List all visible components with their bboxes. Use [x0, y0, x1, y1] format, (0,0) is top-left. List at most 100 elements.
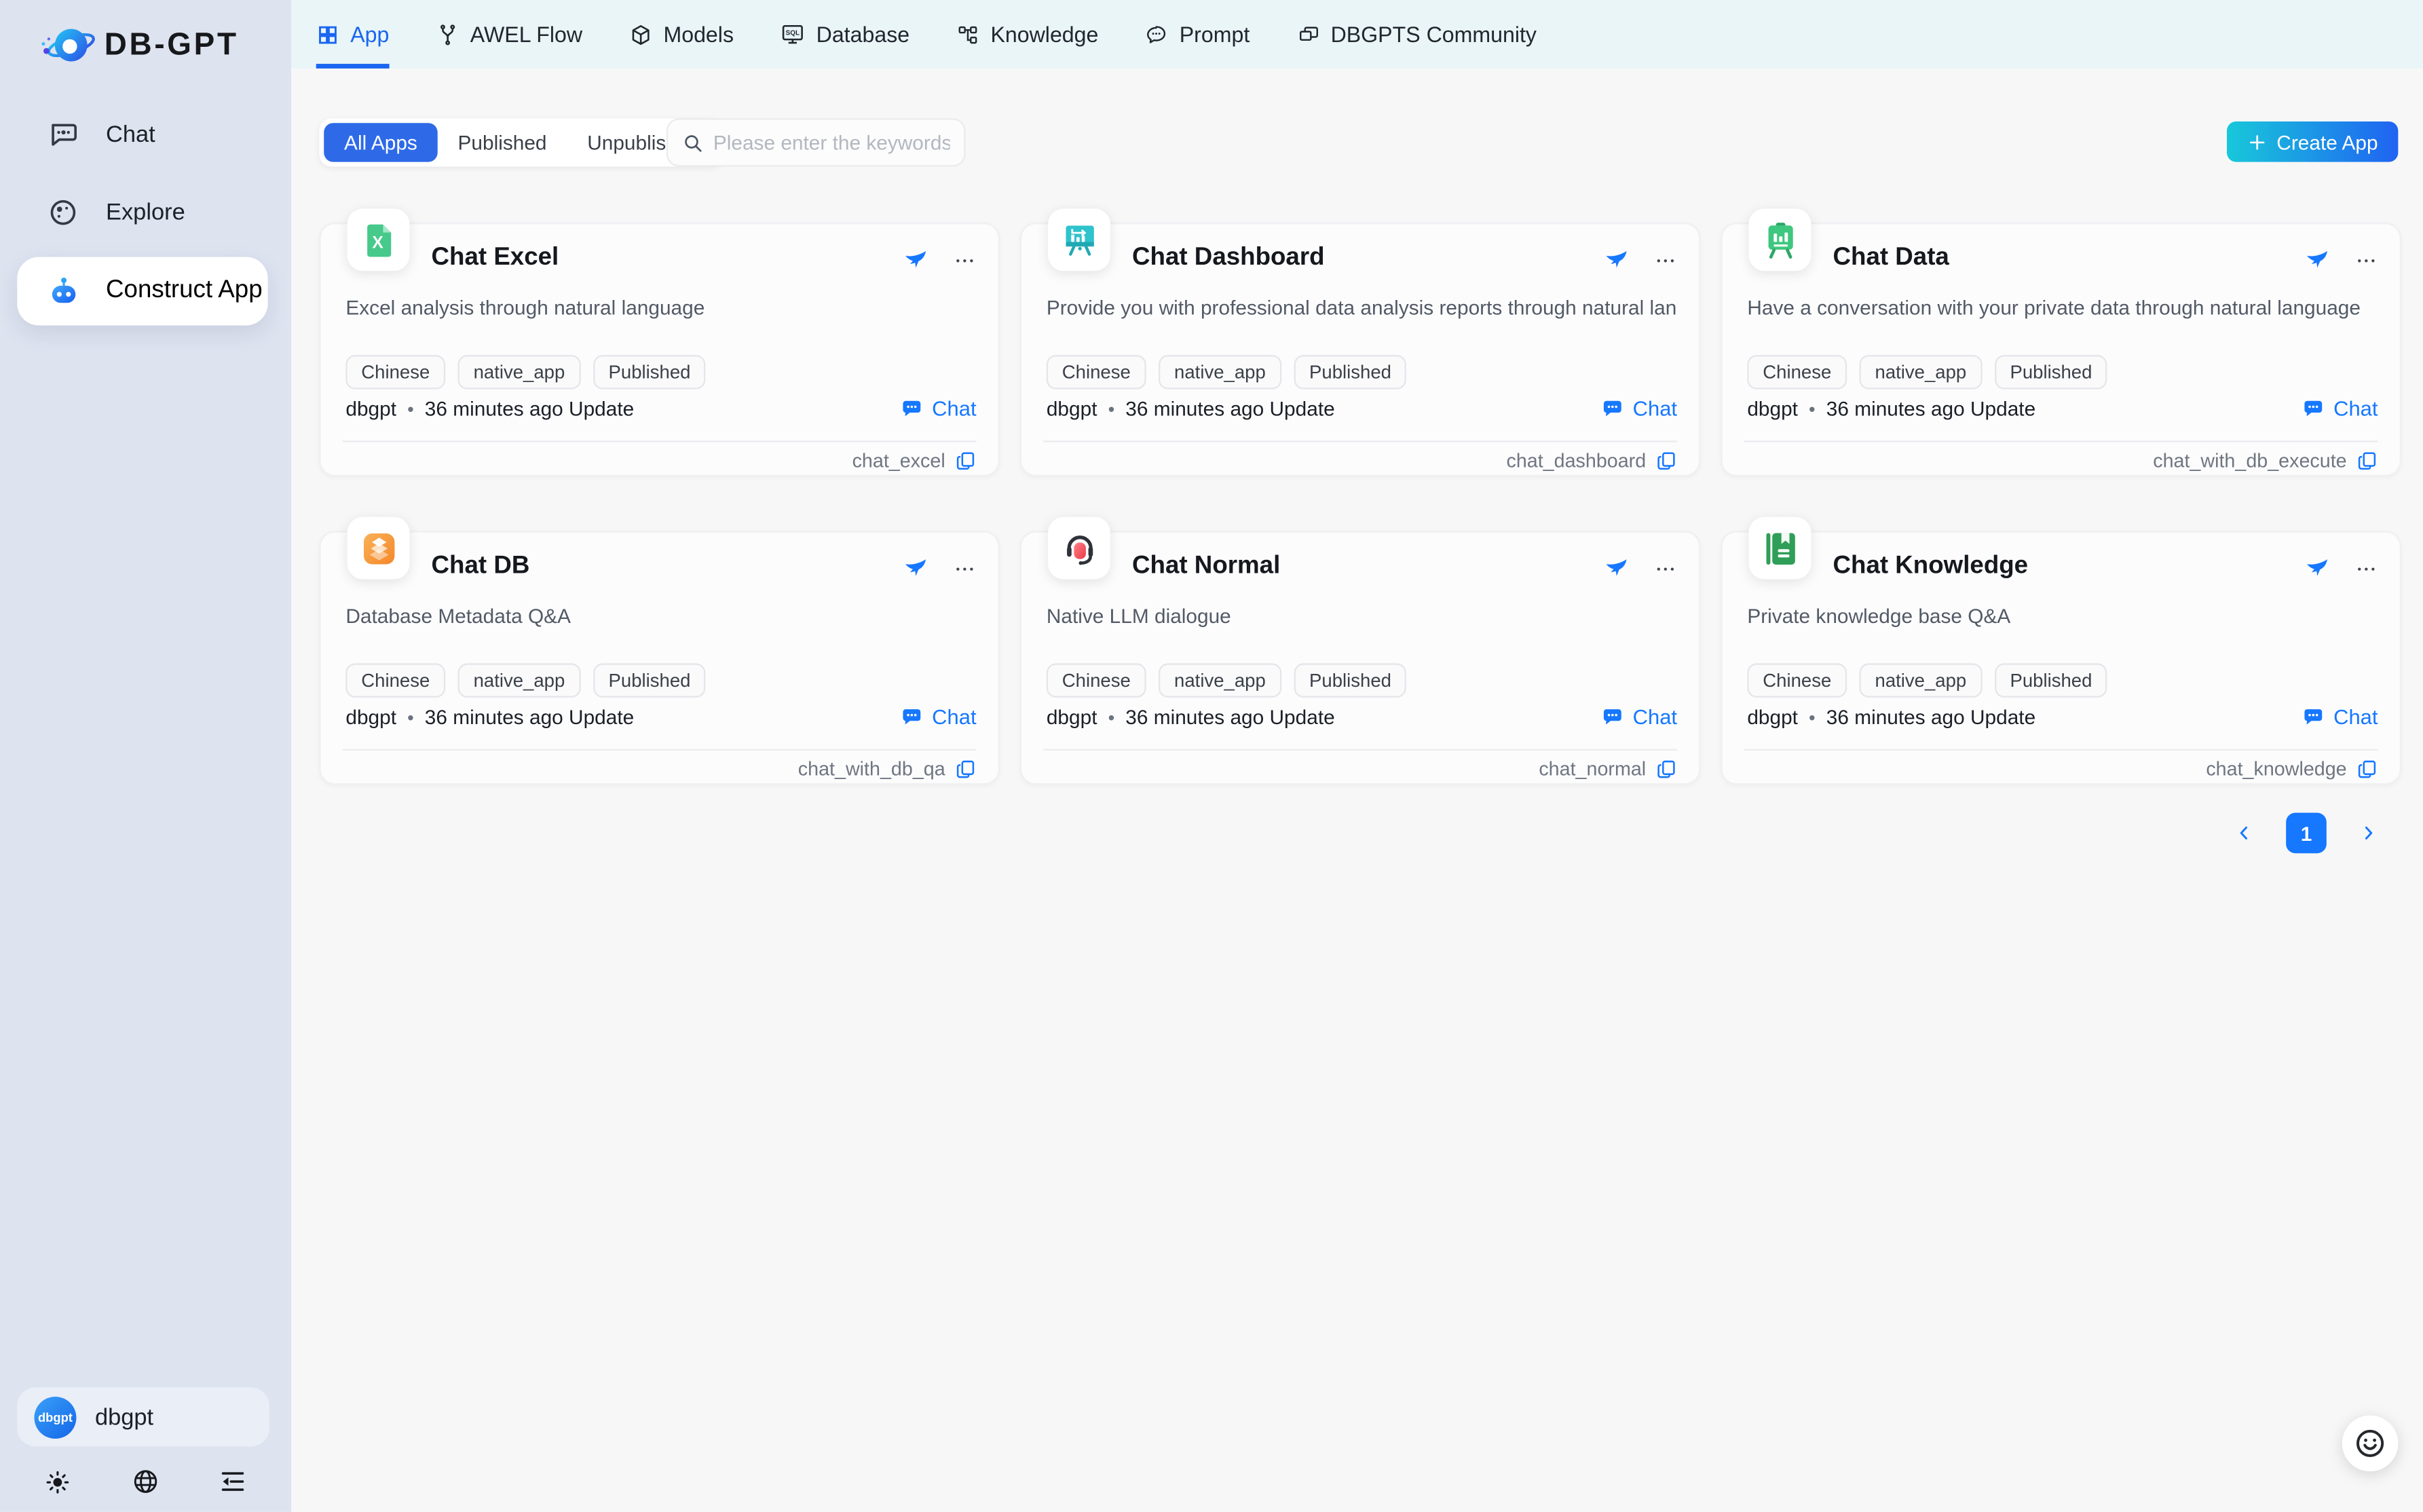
app-icon-tile: X — [348, 208, 410, 271]
language-globe-icon[interactable] — [130, 1467, 160, 1496]
filter-published[interactable]: Published — [438, 123, 567, 162]
prev-page-icon[interactable] — [2233, 822, 2255, 844]
copy-icon[interactable] — [2356, 758, 2378, 780]
tab-awel-flow[interactable]: AWEL Flow — [436, 0, 582, 69]
dingtalk-share-icon[interactable] — [1604, 556, 1629, 581]
theme-sun-icon[interactable] — [43, 1467, 71, 1496]
search-icon — [682, 132, 704, 153]
dingtalk-share-icon[interactable] — [2305, 248, 2330, 273]
chat-button[interactable]: Chat — [2302, 705, 2378, 728]
tab-app[interactable]: App — [316, 0, 390, 69]
tab-models[interactable]: Models — [629, 0, 734, 69]
svg-text:SQL: SQL — [786, 30, 800, 37]
more-menu-icon[interactable] — [1654, 248, 1677, 271]
card-tags: Chinese native_app Published — [1747, 355, 2107, 389]
card-title: Chat Normal — [1132, 553, 1280, 581]
tab-knowledge[interactable]: Knowledge — [956, 0, 1098, 69]
next-page-icon[interactable] — [2358, 822, 2380, 844]
card-updated: 36 minutes ago Update — [1125, 705, 1334, 728]
sidebar-item-label: Chat — [106, 121, 155, 147]
app-card-chat-normal[interactable]: Chat Normal Native LLM dialogue Chinese … — [1020, 531, 1701, 785]
tab-label: Knowledge — [990, 22, 1098, 47]
sidebar: DB-GPT Chat Ex — [0, 0, 291, 1512]
collapse-sidebar-icon[interactable] — [218, 1467, 248, 1496]
chat-button[interactable]: Chat — [2302, 397, 2378, 420]
tag: native_app — [458, 355, 581, 389]
separator-dot: • — [407, 398, 414, 419]
chat-button[interactable]: Chat — [901, 397, 976, 420]
more-menu-icon[interactable] — [953, 248, 976, 271]
card-owner: dbgpt — [1747, 397, 1798, 420]
chat-button-label: Chat — [932, 705, 976, 728]
separator-dot: • — [1809, 398, 1816, 419]
tab-database[interactable]: SQL Database — [781, 0, 909, 69]
sidebar-item-chat[interactable]: Chat — [0, 100, 291, 168]
user-profile-chip[interactable]: dbgpt dbgpt — [17, 1387, 269, 1446]
knowledge-book-icon — [1759, 527, 1801, 569]
more-menu-icon[interactable] — [2354, 248, 2378, 271]
app-card-chat-excel[interactable]: X Chat Excel Excel analysis through natu… — [319, 223, 1000, 476]
app-icon-tile — [1749, 517, 1811, 580]
tab-prompt[interactable]: Prompt — [1145, 0, 1250, 69]
feedback-smiley-button[interactable] — [2342, 1416, 2399, 1472]
tab-label: App — [350, 22, 389, 47]
chat-button[interactable]: Chat — [1602, 705, 1677, 728]
create-app-label: Create App — [2276, 130, 2378, 153]
copy-icon[interactable] — [1655, 758, 1677, 780]
card-updated: 36 minutes ago Update — [1125, 397, 1334, 420]
tag: Published — [593, 355, 707, 389]
sidebar-item-construct-app[interactable]: Construct App — [17, 257, 267, 326]
app-card-chat-data[interactable]: Chat Data Have a conversation with your … — [1721, 223, 2401, 476]
tab-label: DBGPTS Community — [1331, 22, 1537, 47]
dbgpt-logo[interactable]: DB-GPT — [37, 19, 239, 72]
app-card-chat-knowledge[interactable]: Chat Knowledge Private knowledge base Q&… — [1721, 531, 2401, 785]
copy-icon[interactable] — [1655, 450, 1677, 472]
create-app-button[interactable]: Create App — [2227, 121, 2398, 162]
dingtalk-share-icon[interactable] — [1604, 248, 1629, 273]
card-code: chat_dashboard — [1506, 450, 1646, 472]
tab-dbgpts-community[interactable]: DBGPTS Community — [1296, 0, 1537, 69]
data-board-icon — [1759, 219, 1801, 261]
separator-dot: • — [1809, 706, 1816, 728]
filter-all-apps[interactable]: All Apps — [324, 123, 437, 162]
card-owner: dbgpt — [345, 397, 396, 420]
dingtalk-share-icon[interactable] — [903, 556, 928, 581]
app-card-chat-dashboard[interactable]: Chat Dashboard Provide you with professi… — [1020, 223, 1701, 476]
tag: native_app — [1860, 663, 1983, 697]
card-code: chat_excel — [852, 450, 945, 472]
app-card-chat-db[interactable]: Chat DB Database Metadata Q&A Chinese na… — [319, 531, 1000, 785]
chat-button-label: Chat — [1633, 705, 1677, 728]
tag: Chinese — [1047, 355, 1146, 389]
card-tags: Chinese native_app Published — [345, 663, 706, 697]
tag: native_app — [1159, 663, 1281, 697]
tag: Published — [1294, 355, 1407, 389]
dingtalk-share-icon[interactable] — [903, 248, 928, 273]
copy-icon[interactable] — [954, 758, 976, 780]
app-icon-tile — [1048, 208, 1110, 271]
more-menu-icon[interactable] — [2354, 556, 2378, 580]
sidebar-item-label: Explore — [106, 199, 185, 225]
grid-icon — [316, 22, 339, 45]
prompt-bubble-icon — [1145, 22, 1168, 45]
current-page-button[interactable]: 1 — [2286, 813, 2327, 854]
tag: native_app — [458, 663, 581, 697]
sidebar-item-label: Construct App — [106, 277, 263, 305]
tag: Chinese — [1047, 663, 1146, 697]
chat-button[interactable]: Chat — [901, 705, 976, 728]
sitemap-icon — [956, 22, 979, 45]
more-menu-icon[interactable] — [1654, 556, 1677, 580]
dingtalk-share-icon[interactable] — [2305, 556, 2330, 581]
sidebar-item-explore[interactable]: Explore — [0, 178, 291, 246]
copy-icon[interactable] — [2356, 450, 2378, 472]
chat-button-label: Chat — [2333, 397, 2378, 420]
app-filter-tabs: All Apps Published Unpublished — [319, 118, 724, 166]
search-input[interactable] — [713, 131, 950, 154]
card-updated: 36 minutes ago Update — [425, 397, 634, 420]
more-menu-icon[interactable] — [953, 556, 976, 580]
tag: Chinese — [1747, 355, 1847, 389]
card-tags: Chinese native_app Published — [1747, 663, 2107, 697]
copy-icon[interactable] — [954, 450, 976, 472]
tag: Published — [1294, 663, 1407, 697]
card-code: chat_normal — [1539, 758, 1646, 780]
chat-button[interactable]: Chat — [1602, 397, 1677, 420]
